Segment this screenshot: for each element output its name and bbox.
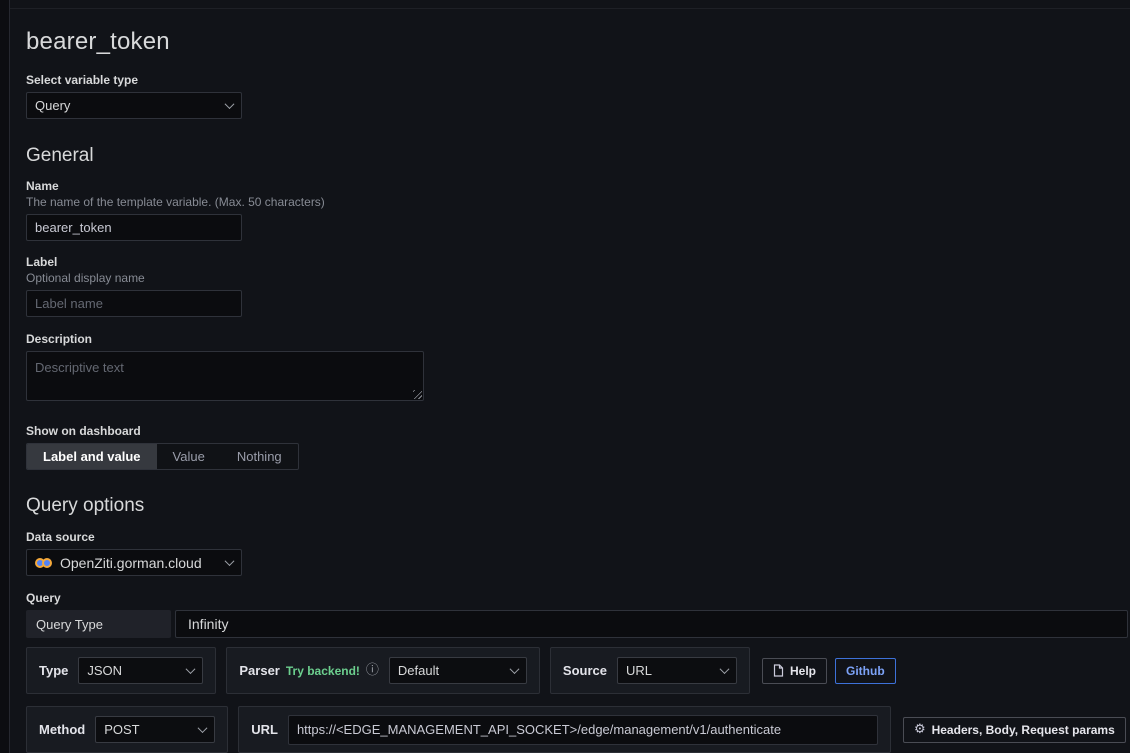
chevron-down-icon xyxy=(225,99,235,109)
github-button[interactable]: Github xyxy=(835,658,896,684)
try-backend-hint: Try backend! xyxy=(286,664,360,678)
description-textarea[interactable] xyxy=(26,351,424,401)
help-button-label: Help xyxy=(790,664,816,678)
headers-body-params-button[interactable]: ⚙ Headers, Body, Request params xyxy=(903,717,1126,743)
url-label: URL xyxy=(251,722,278,737)
type-label: Type xyxy=(39,663,68,678)
radio-option-nothing[interactable]: Nothing xyxy=(221,444,298,469)
parser-group: Parser Try backend! ⓘ Default xyxy=(226,647,540,694)
variable-type-select[interactable]: Query xyxy=(26,92,242,119)
show-on-dashboard-label: Show on dashboard xyxy=(26,424,1130,439)
label-description: Optional display name xyxy=(26,271,1130,286)
radio-option-label-and-value[interactable]: Label and value xyxy=(27,444,157,469)
name-description: The name of the template variable. (Max.… xyxy=(26,195,1130,210)
query-type-label: Query Type xyxy=(26,610,171,638)
info-icon[interactable]: ⓘ xyxy=(366,664,379,677)
data-source-value: OpenZiti.gorman.cloud xyxy=(60,555,202,571)
chevron-down-icon xyxy=(225,556,235,566)
source-value: URL xyxy=(626,663,721,678)
chevron-down-icon xyxy=(720,664,730,674)
query-type-value: Infinity xyxy=(188,616,228,632)
name-input[interactable] xyxy=(26,214,242,241)
github-button-label: Github xyxy=(846,664,885,678)
chevron-down-icon xyxy=(509,664,519,674)
url-input[interactable] xyxy=(288,715,878,745)
resize-handle[interactable] xyxy=(413,390,422,399)
page-title: bearer_token xyxy=(26,28,1130,56)
chevron-down-icon xyxy=(198,723,208,733)
parser-label: Parser xyxy=(239,663,279,678)
label-label: Label xyxy=(26,255,1130,270)
variable-type-label: Select variable type xyxy=(26,73,1130,88)
parser-select[interactable]: Default xyxy=(389,657,527,684)
method-group: Method POST xyxy=(26,706,228,753)
data-source-label: Data source xyxy=(26,530,1130,545)
radio-option-value[interactable]: Value xyxy=(157,444,221,469)
query-editor-row-1: Type JSON Parser Try backend! ⓘ Default … xyxy=(26,647,1130,694)
show-on-dashboard-radio-group: Label and value Value Nothing xyxy=(26,443,299,470)
general-heading: General xyxy=(26,145,1130,167)
query-type-row: Query Type Infinity xyxy=(26,610,1128,638)
variable-type-value: Query xyxy=(35,98,226,113)
method-select[interactable]: POST xyxy=(95,716,215,743)
type-value: JSON xyxy=(87,663,187,678)
query-label: Query xyxy=(26,591,1130,606)
type-select[interactable]: JSON xyxy=(78,657,203,684)
type-group: Type JSON xyxy=(26,647,216,694)
variable-editor-page: bearer_token Select variable type Query … xyxy=(26,0,1130,753)
name-label: Name xyxy=(26,179,1130,194)
help-button[interactable]: Help xyxy=(762,658,827,684)
chevron-down-icon xyxy=(186,664,196,674)
query-editor-row-2: Method POST URL ⚙ Headers, Body, Request… xyxy=(26,706,1130,753)
parser-value: Default xyxy=(398,663,511,678)
infinity-datasource-icon xyxy=(35,558,52,568)
pane-edge xyxy=(0,0,10,753)
label-input[interactable] xyxy=(26,290,242,317)
data-source-picker[interactable]: OpenZiti.gorman.cloud xyxy=(26,549,242,576)
url-group: URL xyxy=(238,706,891,753)
description-label: Description xyxy=(26,332,1130,347)
document-icon xyxy=(773,664,784,677)
source-select[interactable]: URL xyxy=(617,657,737,684)
headers-button-label: Headers, Body, Request params xyxy=(932,723,1115,737)
method-label: Method xyxy=(39,722,85,737)
method-value: POST xyxy=(104,722,199,737)
source-group: Source URL xyxy=(550,647,750,694)
query-options-heading: Query options xyxy=(26,495,1130,517)
query-type-field[interactable]: Infinity xyxy=(175,610,1128,638)
gear-icon: ⚙ xyxy=(914,723,926,736)
source-label: Source xyxy=(563,663,607,678)
